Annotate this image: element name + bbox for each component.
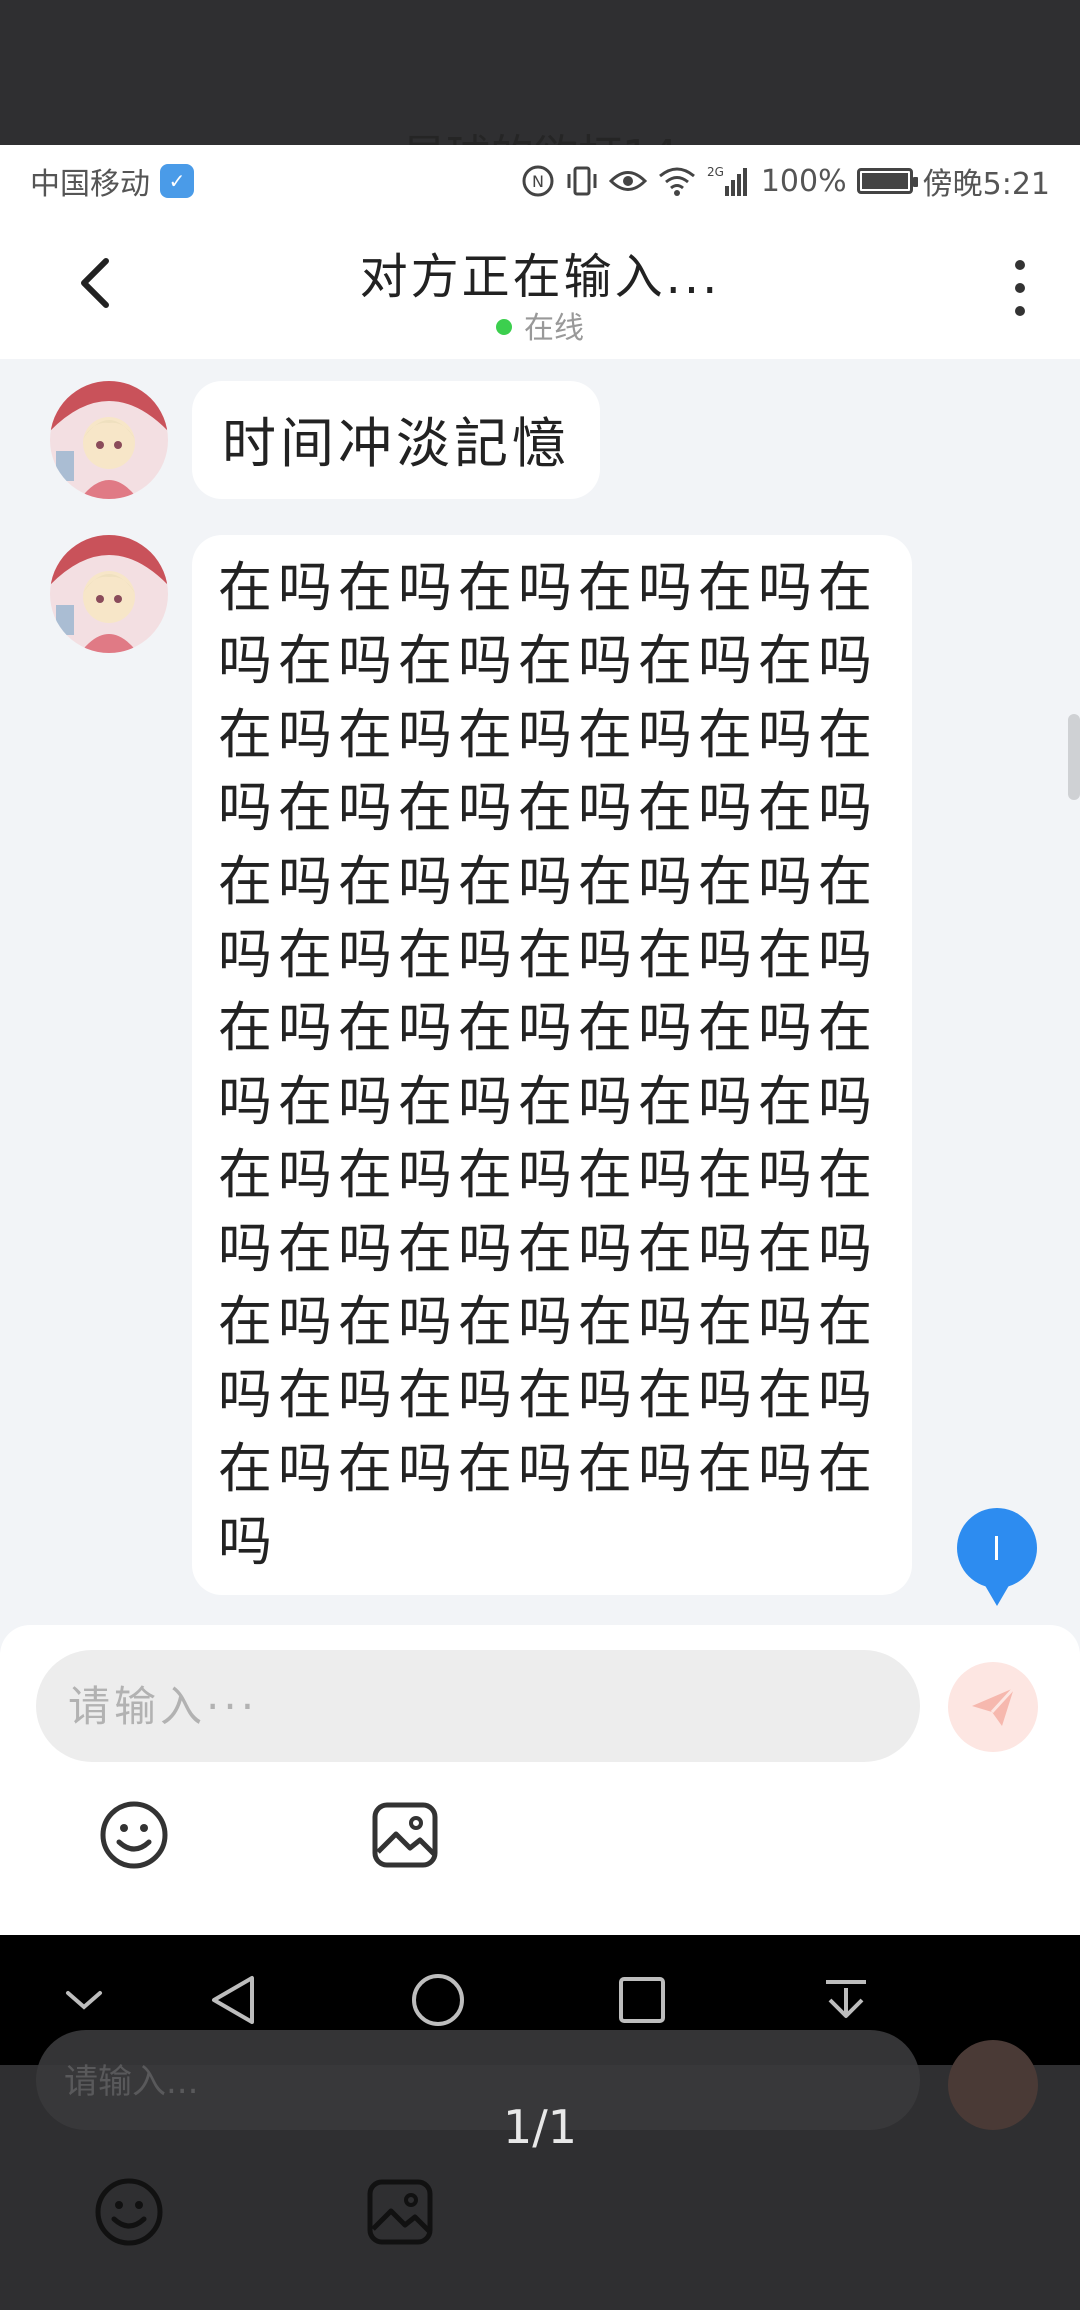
more-dot	[1015, 306, 1025, 317]
background-image-icon	[365, 2177, 445, 2257]
message-bubble[interactable]: 在吗在吗在吗在吗在吗在吗在吗在吗在吗在吗在吗在吗在吗在吗在吗在吗在吗在吗在吗在吗…	[192, 535, 912, 1595]
fab-marker-icon	[995, 1536, 998, 1560]
shield-icon: ✓	[160, 164, 194, 198]
background-emoji-icon	[94, 2177, 174, 2257]
chat-header: 对方正在输入... 在线	[0, 217, 1080, 359]
online-dot-icon	[496, 318, 512, 335]
hide-nav-button[interactable]	[44, 1960, 124, 2040]
online-status: 在线	[0, 303, 1080, 347]
more-options-button[interactable]	[1000, 253, 1040, 323]
nav-back-button[interactable]	[194, 1960, 274, 2040]
nav-notifications-button[interactable]	[806, 1960, 886, 2040]
avatar[interactable]	[50, 381, 168, 499]
background-input-placeholder: 请输入...	[64, 2062, 199, 2102]
status-bar-right: N 2G 100% 傍晚5:21	[521, 159, 1050, 203]
clock: 傍晚5:21	[922, 167, 1050, 202]
scroll-to-bottom-button[interactable]	[957, 1508, 1037, 1606]
battery-percent: 100%	[760, 163, 847, 199]
message-item: 时间冲淡記憶	[50, 381, 600, 499]
nav-recents-button[interactable]	[602, 1960, 682, 2040]
wifi-icon	[657, 165, 697, 197]
avatar-image	[50, 381, 168, 499]
image-button[interactable]	[365, 1795, 445, 1875]
image-icon	[372, 1802, 438, 1868]
message-bubble[interactable]: 时间冲淡記憶	[192, 381, 600, 499]
pull-down-icon	[826, 1980, 866, 2018]
composer	[0, 1625, 1080, 1935]
eye-icon	[608, 166, 647, 196]
page-indicator: 1/1	[502, 2100, 578, 2154]
screenshot-viewer: 中国移动 ✓ N 2G 100% 傍晚5:21 对方正在输入... 在线 时间冲…	[0, 145, 1080, 1935]
status-bar: 中国移动 ✓ N 2G 100% 傍晚5:21	[0, 145, 1080, 217]
avatar[interactable]	[50, 535, 168, 653]
send-button[interactable]	[948, 1662, 1038, 1752]
nfc-icon: N	[521, 164, 555, 198]
status-bar-left: 中国移动 ✓	[30, 159, 194, 203]
circle-home-icon	[412, 1974, 464, 2026]
online-status-label: 在线	[524, 311, 584, 346]
triangle-back-icon	[212, 1976, 254, 2024]
more-vertical-icon	[1015, 259, 1025, 270]
send-icon	[972, 1686, 1016, 1726]
carrier-label: 中国移动	[30, 167, 150, 202]
svg-text:N: N	[532, 172, 544, 191]
smiley-icon	[100, 1801, 168, 1869]
chat-title: 对方正在输入...	[359, 249, 721, 305]
avatar-image	[50, 535, 168, 653]
square-recents-icon	[619, 1977, 665, 2023]
signal-icon: 2G	[707, 164, 751, 198]
network-type: 2G	[707, 165, 724, 179]
message-list[interactable]: 时间冲淡記憶 在吗在吗在吗在吗在吗在吗在吗在吗在吗在吗在吗在吗在吗在吗在吗在吗在…	[0, 359, 1080, 1769]
chevron-down-icon	[66, 1991, 102, 2010]
nav-home-button[interactable]	[398, 1960, 478, 2040]
emoji-button[interactable]	[94, 1795, 174, 1875]
battery-icon	[856, 168, 918, 194]
vibrate-icon	[565, 164, 599, 198]
message-input[interactable]	[36, 1650, 920, 1762]
more-dot	[1015, 282, 1025, 293]
scrollbar-thumb[interactable]	[1068, 714, 1080, 800]
message-item: 在吗在吗在吗在吗在吗在吗在吗在吗在吗在吗在吗在吗在吗在吗在吗在吗在吗在吗在吗在吗…	[50, 535, 912, 1595]
